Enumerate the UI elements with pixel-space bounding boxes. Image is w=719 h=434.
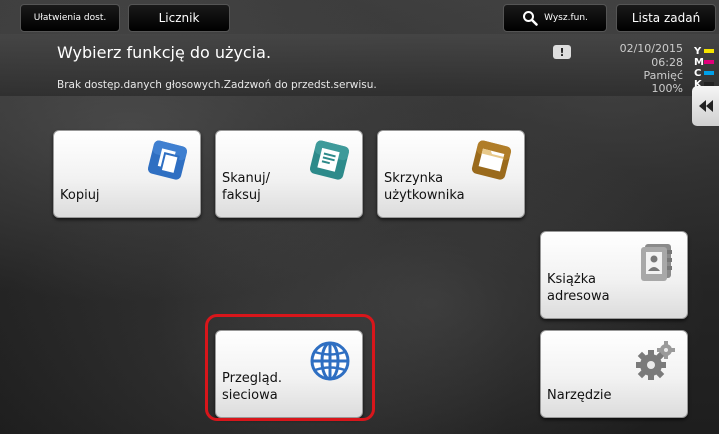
toner-magenta: M [694, 56, 718, 68]
toner-level-bar-y [704, 49, 714, 53]
screen: Ułatwienia dost. Licznik Wysz.fun. Lista… [0, 0, 719, 434]
accessibility-settings-tab[interactable]: Ułatwienia dost. [20, 4, 120, 32]
message-subtitle: Brak dostęp.danych głosowych.Zadzwoń do … [57, 79, 377, 91]
address-book-icon [641, 244, 672, 281]
gears-icon [636, 341, 675, 380]
address-book-label: Książka adresowa [547, 272, 610, 305]
user-box-label: Skrzynka użytkownika [384, 171, 465, 204]
time-display: 06:28 [651, 56, 683, 69]
toner-letter-y: Y [694, 45, 702, 57]
job-list-tab[interactable]: Lista zadań [616, 4, 716, 32]
search-icon [523, 11, 538, 26]
accessibility-settings-label: Ułatwienia dost. [33, 13, 107, 23]
memory-label: Pamięć [643, 69, 683, 82]
toner-cyan: C [694, 67, 718, 79]
copy-label: Kopiuj [60, 188, 100, 204]
toner-level-bar-m [704, 60, 714, 64]
toner-letter-m: M [694, 56, 704, 68]
date-display: 02/10/2015 [619, 42, 683, 55]
toner-letter-c: C [694, 67, 702, 79]
toner-level-bar-c [704, 71, 714, 75]
counter-tab[interactable]: Licznik [128, 4, 230, 32]
function-search-tab[interactable]: Wysz.fun. [503, 4, 607, 32]
highlight-frame [205, 314, 375, 421]
warning-icon[interactable]: ! [553, 45, 571, 59]
user-box-icon [471, 140, 512, 180]
tools-tile[interactable]: Narzędzie [540, 330, 688, 418]
tools-label: Narzędzie [547, 388, 612, 404]
user-box-tile[interactable]: Skrzynka użytkownika [377, 130, 525, 218]
copy-icon [147, 140, 188, 180]
memory-value: 100% [651, 82, 683, 95]
job-list-label: Lista zadań [631, 11, 701, 25]
function-search-label: Wysz.fun. [544, 13, 588, 23]
counter-label: Licznik [158, 11, 200, 25]
double-chevron-left-icon [698, 100, 713, 112]
toner-yellow: Y [694, 45, 718, 57]
side-panel-toggle[interactable] [692, 86, 719, 126]
scan-fax-icon [309, 140, 350, 180]
scan-fax-tile[interactable]: Skanuj/ faksuj [215, 130, 363, 218]
message-title: Wybierz funkcję do użycia. [57, 43, 272, 62]
copy-tile[interactable]: Kopiuj [53, 130, 201, 218]
address-book-tile[interactable]: Książka adresowa [540, 231, 688, 319]
scan-fax-label: Skanuj/ faksuj [222, 171, 270, 204]
